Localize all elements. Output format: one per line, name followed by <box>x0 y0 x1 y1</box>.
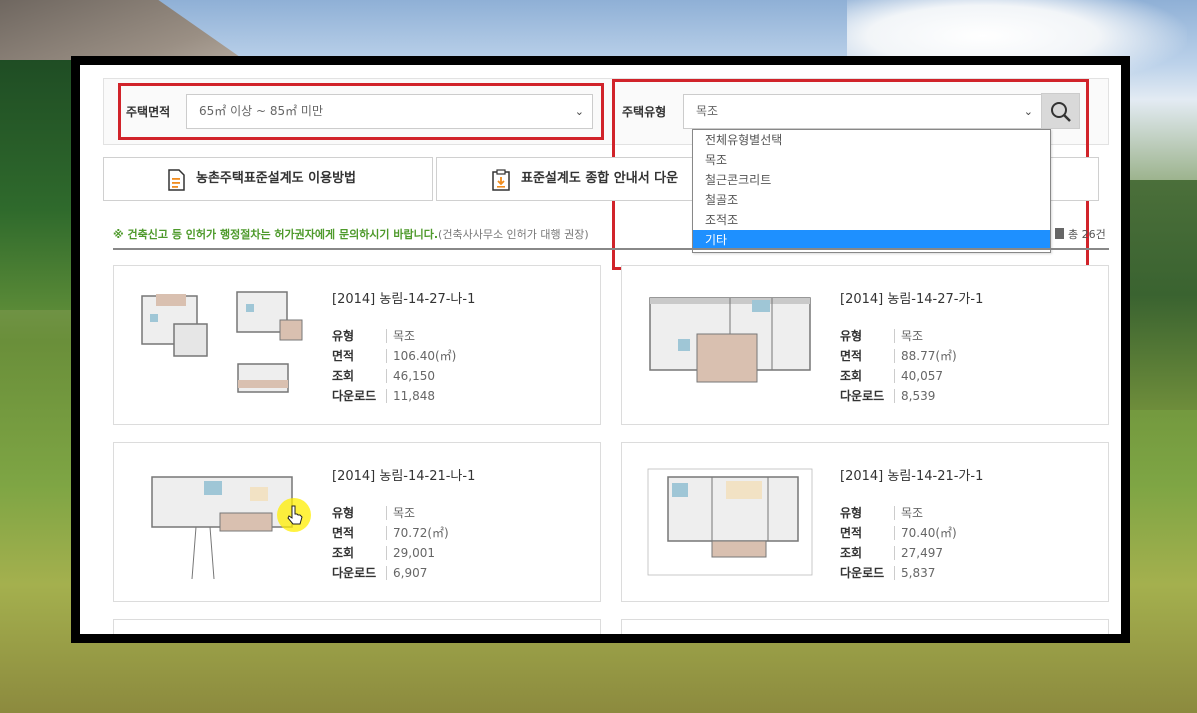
label-area: 면적 <box>840 349 863 363</box>
card-meta: 유형 목조 면적 88.77(㎡) 조회 40,057 다운로드 8,539 <box>840 326 957 406</box>
value-downloads: 8,539 <box>894 389 936 403</box>
value-type: 목조 <box>894 506 924 520</box>
dropdown-option[interactable]: 목조 <box>693 150 1050 170</box>
house-card[interactable]: [2014] 농림-14-27-가-1 유형 목조 면적 88.77(㎡) 조회 40… <box>621 265 1109 425</box>
house-card[interactable]: [2014] 농림-14-27-나-1 유형 목조 면적 106.40(㎡) 조회 4… <box>113 265 601 425</box>
dropdown-option[interactable]: 전체유형별선택 <box>693 130 1050 150</box>
value-area: 70.40(㎡) <box>894 526 957 540</box>
label-views: 조회 <box>840 546 863 560</box>
floor-plan-thumbnail <box>649 297 811 383</box>
label-type: 유형 <box>840 329 863 343</box>
label-downloads: 다운로드 <box>840 566 885 580</box>
dropdown-option[interactable]: 기타 <box>693 230 1050 250</box>
label-downloads: 다운로드 <box>332 389 377 403</box>
total-count-value: 총 26건 <box>1068 228 1106 241</box>
card-title[interactable]: [2014] 농림-14-21-가-1 <box>840 465 983 484</box>
screenshot-frame: 주택면적 65㎡ 이상 ~ 85㎡ 미만 ⌄ 주택유형 목조 ⌄ 농촌주택표준설… <box>71 56 1130 643</box>
value-views: 40,057 <box>894 369 943 383</box>
label-area: 면적 <box>332 526 355 540</box>
label-type: 유형 <box>332 329 355 343</box>
divider <box>113 248 1109 250</box>
label-type: 유형 <box>840 506 863 520</box>
label-views: 조회 <box>840 369 863 383</box>
document-icon <box>168 169 185 191</box>
value-downloads: 11,848 <box>386 389 435 403</box>
dropdown-option[interactable]: 철근콘크리트 <box>693 170 1050 190</box>
value-area: 70.72(㎡) <box>386 526 449 540</box>
value-type: 목조 <box>894 329 924 343</box>
value-views: 29,001 <box>386 546 435 560</box>
label-area: 면적 <box>332 349 355 363</box>
label-views: 조회 <box>332 369 355 383</box>
notice-text: ※ 건축신고 등 인허가 행정절차는 허가권자에게 문의하시기 바랍니다.(건축… <box>113 226 589 242</box>
dropdown-option[interactable]: 조적조 <box>693 210 1050 230</box>
web-page: 주택면적 65㎡ 이상 ~ 85㎡ 미만 ⌄ 주택유형 목조 ⌄ 농촌주택표준설… <box>80 65 1121 634</box>
notice-main: ※ 건축신고 등 인허가 행정절차는 허가권자에게 문의하시기 바랍니다. <box>113 228 439 241</box>
label-type: 유형 <box>332 506 355 520</box>
floor-plan-thumbnail <box>647 468 813 576</box>
download-guide-label: 표준설계도 종합 안내서 다운 <box>521 171 679 186</box>
label-downloads: 다운로드 <box>332 566 377 580</box>
house-card[interactable]: [2014] 농림-14-21-나-1 유형 목조 면적 70.72(㎡) 조회 29… <box>113 442 601 602</box>
floor-plan-thumbnail <box>141 291 303 393</box>
value-downloads: 5,837 <box>894 566 936 580</box>
card-meta: 유형 목조 면적 106.40(㎡) 조회 46,150 다운로드 11,848 <box>332 326 457 406</box>
value-type: 목조 <box>386 329 416 343</box>
label-downloads: 다운로드 <box>840 389 885 403</box>
value-area: 88.77(㎡) <box>894 349 957 363</box>
background-trees-left <box>0 60 80 310</box>
card-title[interactable]: [2014] 농림-14-27-나-1 <box>332 288 475 307</box>
value-type: 목조 <box>386 506 416 520</box>
hand-cursor-icon <box>287 505 303 525</box>
clipboard-download-icon <box>492 169 510 191</box>
card-title[interactable]: [2014] 농림-14-27-가-1 <box>840 288 983 307</box>
house-card-partial[interactable] <box>621 619 1109 634</box>
label-views: 조회 <box>332 546 355 560</box>
type-dropdown-list: 전체유형별선택 목조 철근콘크리트 철골조 조적조 기타 <box>692 129 1051 253</box>
label-area: 면적 <box>840 526 863 540</box>
house-card-partial[interactable] <box>113 619 601 634</box>
card-meta: 유형 목조 면적 70.72(㎡) 조회 29,001 다운로드 6,907 <box>332 503 449 583</box>
cursor-highlight <box>277 498 311 532</box>
card-title[interactable]: [2014] 농림-14-21-나-1 <box>332 465 475 484</box>
value-views: 46,150 <box>386 369 435 383</box>
usage-guide-button[interactable]: 농촌주택표준설계도 이용방법 <box>103 157 433 201</box>
total-count: 총 26건 <box>1055 226 1106 242</box>
house-card[interactable]: [2014] 농림-14-21-가-1 유형 목조 면적 70.40(㎡) 조회 27… <box>621 442 1109 602</box>
background-trees-right <box>1127 180 1197 410</box>
card-meta: 유형 목조 면적 70.40(㎡) 조회 27,497 다운로드 5,837 <box>840 503 957 583</box>
notice-sub: (건축사사무소 인허가 대행 권장) <box>438 228 589 241</box>
highlight-box-area <box>118 83 604 140</box>
value-views: 27,497 <box>894 546 943 560</box>
usage-guide-label: 농촌주택표준설계도 이용방법 <box>196 171 357 186</box>
document-icon <box>1055 228 1064 239</box>
dropdown-option[interactable]: 철골조 <box>693 190 1050 210</box>
value-area: 106.40(㎡) <box>386 349 457 363</box>
value-downloads: 6,907 <box>386 566 428 580</box>
